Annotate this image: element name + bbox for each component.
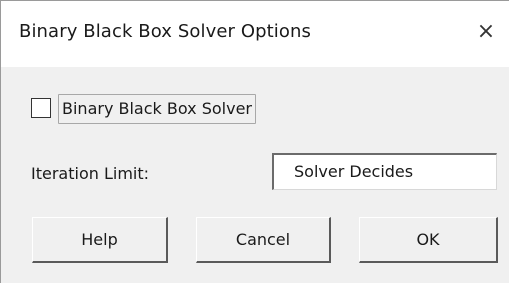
ok-button[interactable]: OK [359,217,498,263]
iteration-limit-field[interactable]: Solver Decides [272,153,497,190]
cancel-button[interactable]: Cancel [196,217,331,263]
iteration-limit-label: Iteration Limit: [31,164,150,183]
dialog-title: Binary Black Box Solver Options [19,21,312,42]
binary-black-box-solver-checkbox[interactable] [31,98,51,118]
title-bar: Binary Black Box Solver Options × [1,1,509,67]
options-dialog: Binary Black Box Solver Options × Binary… [0,0,509,283]
help-button[interactable]: Help [32,217,168,263]
close-icon[interactable]: × [469,15,503,49]
binary-black-box-solver-label[interactable]: Binary Black Box Solver [58,94,256,124]
